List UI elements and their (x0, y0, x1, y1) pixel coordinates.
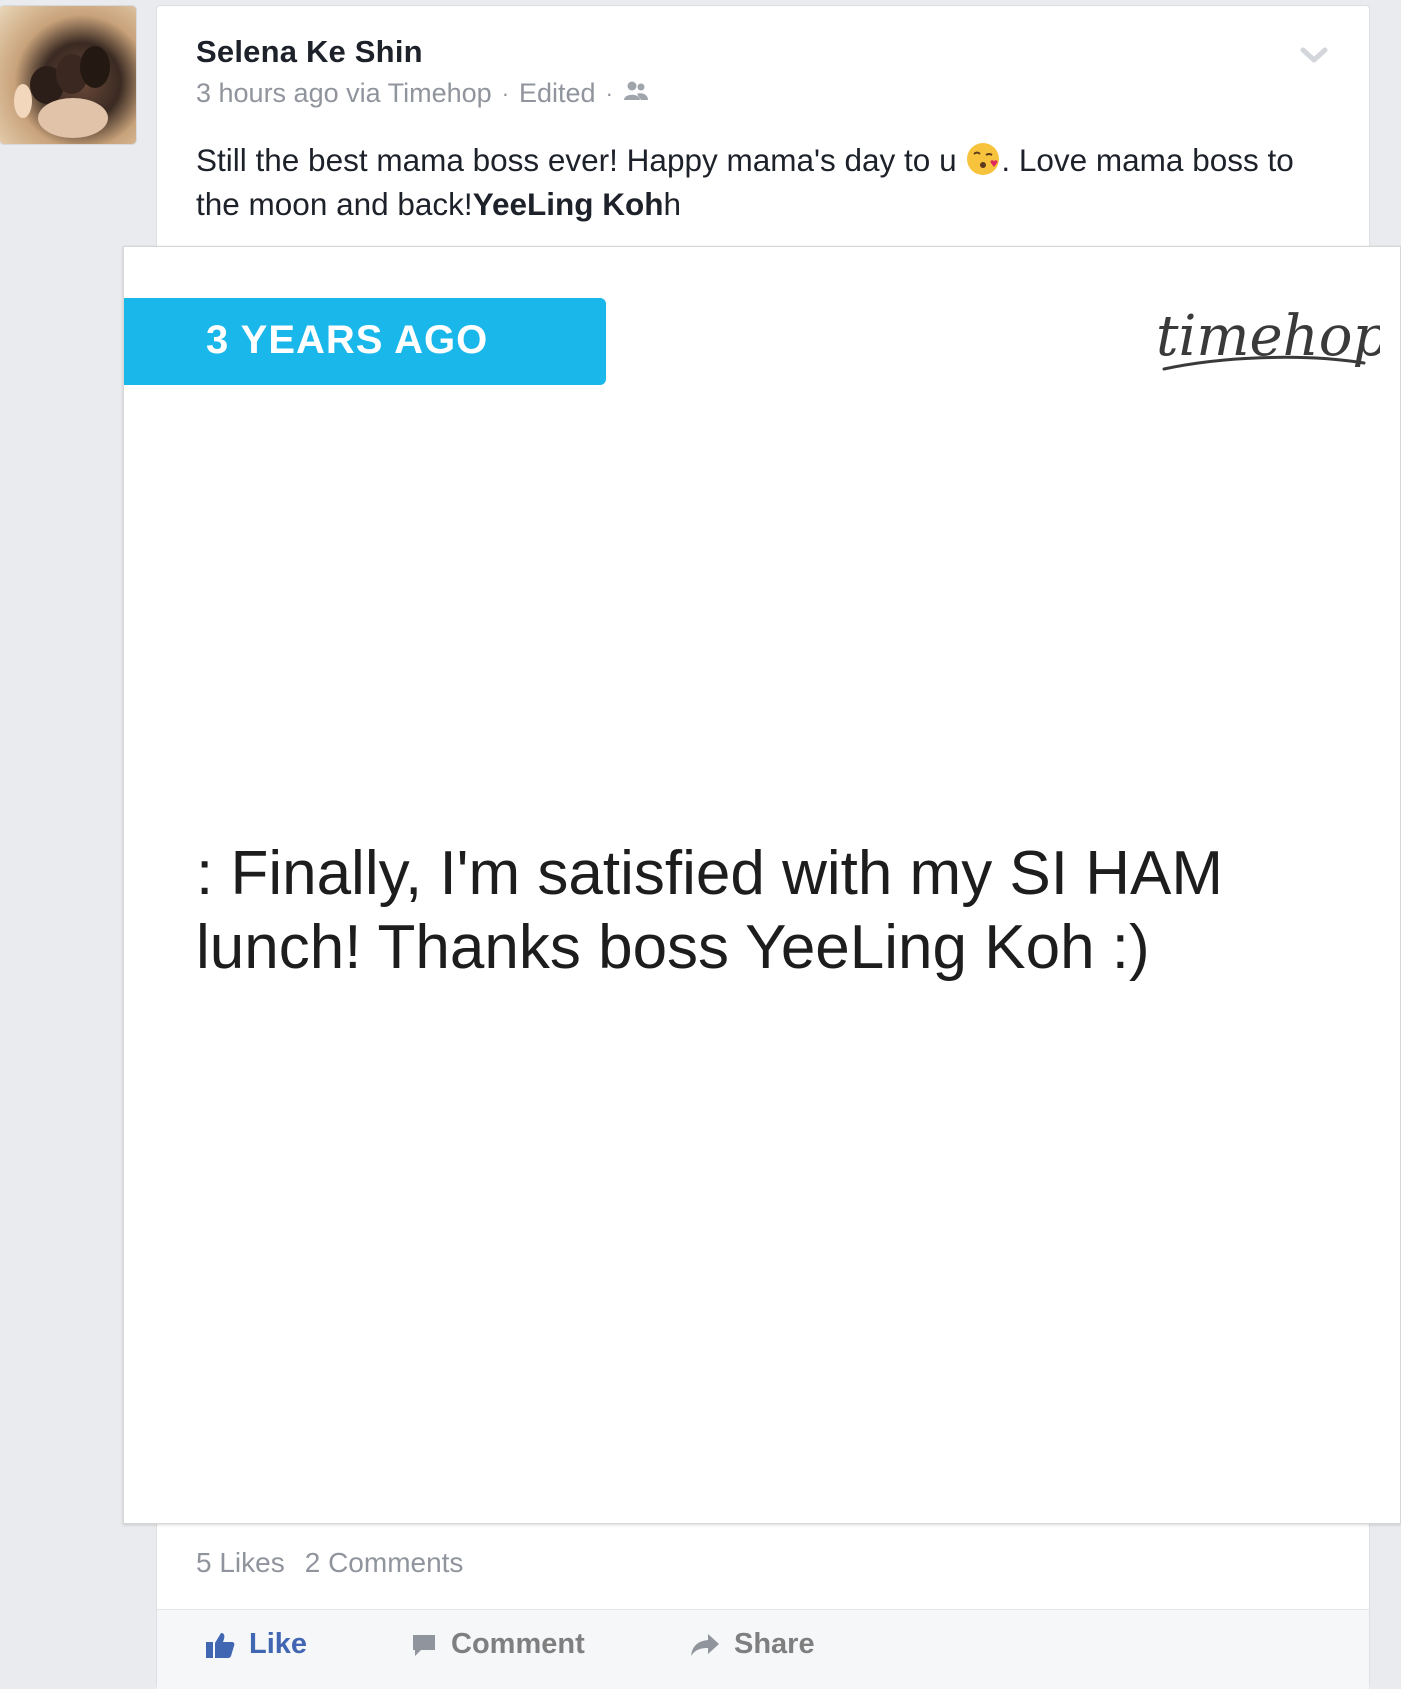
post-text: Still the best mama boss ever! Happy mam… (196, 138, 1316, 226)
post-text-part: h (663, 186, 681, 222)
post-timestamp[interactable]: 3 hours ago via Timehop (196, 78, 492, 109)
meta-separator: · (501, 80, 510, 106)
friends-icon[interactable] (623, 78, 649, 109)
like-label: Like (249, 1628, 308, 1660)
comments-count[interactable]: 2 Comments (305, 1547, 464, 1579)
comment-label: Comment (451, 1628, 585, 1660)
edited-label[interactable]: Edited (519, 78, 596, 109)
post-stats: 5 Likes 2 Comments (196, 1547, 463, 1579)
years-ago-label: 3 YEARS AGO (206, 318, 489, 362)
avatar[interactable] (0, 6, 136, 144)
comment-button[interactable]: Comment (411, 1628, 585, 1661)
share-arrow-icon (691, 1633, 719, 1656)
post-meta: 3 hours ago via Timehop · Edited · (196, 78, 649, 109)
share-label: Share (734, 1628, 815, 1660)
kissing-face-emoji-icon (967, 143, 1000, 175)
timehop-logo: timehop (1156, 304, 1380, 371)
mention-link[interactable]: YeeLing Koh (473, 186, 664, 222)
memory-text: : Finally, I'm satisfied with my SI HAM … (196, 839, 1223, 982)
author-name[interactable]: Selena Ke Shin (196, 34, 423, 70)
timehop-image[interactable]: 3 YEARS AGO timehop : Finally, I'm satis… (123, 246, 1401, 1524)
meta-separator: · (605, 80, 613, 106)
like-button[interactable]: Like (205, 1628, 307, 1661)
likes-count[interactable]: 5 Likes (196, 1547, 285, 1579)
chevron-down-icon[interactable] (1300, 44, 1328, 66)
post-text-part: Still the best mama boss ever! Happy mam… (196, 142, 966, 178)
comment-icon (413, 1634, 435, 1656)
years-ago-badge: 3 YEARS AGO (124, 298, 606, 385)
thumbs-up-icon (206, 1632, 235, 1658)
share-button[interactable]: Share (690, 1628, 815, 1661)
